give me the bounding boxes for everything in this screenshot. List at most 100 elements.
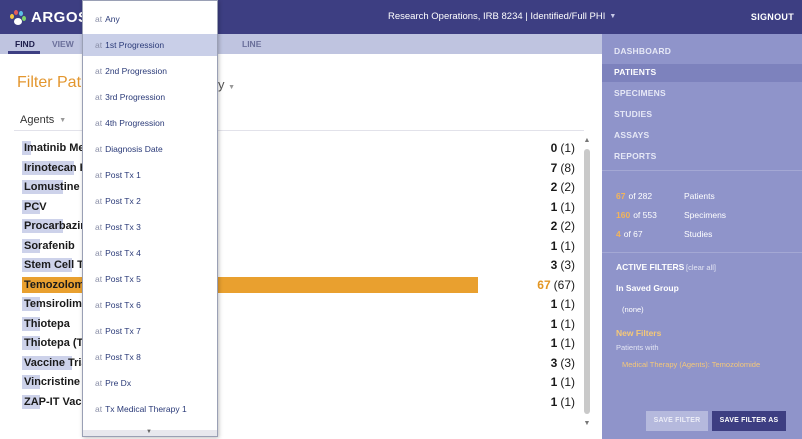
dropdown-option[interactable]: at Any — [83, 8, 217, 30]
stat-numbers: 160 of 553 — [616, 210, 684, 220]
dropdown-option-prefix: at — [95, 92, 103, 102]
agent-count-value: 1 — [550, 394, 558, 409]
patients-with-label: Patients with — [616, 343, 659, 352]
dropdown-scroll-down-icon[interactable]: ▼ — [146, 429, 152, 435]
stat-count: 4 — [616, 229, 621, 239]
dropdown-option[interactable]: at Post Tx 1 — [83, 164, 217, 186]
dropdown-option[interactable]: at Post Tx 2 — [83, 190, 217, 212]
agents-selector[interactable]: Agents ▼ — [20, 114, 66, 126]
stat-label[interactable]: Specimens — [684, 210, 726, 220]
signout-link[interactable]: SIGNOUT — [751, 12, 794, 22]
agent-count-total: (67) — [553, 277, 575, 292]
stat-numbers: 67 of 282 — [616, 191, 684, 201]
dropdown-option-label: 3rd Progression — [105, 92, 166, 102]
stat-row: 67 of 282 Patients — [616, 191, 715, 201]
agent-count-total: (2) — [560, 219, 575, 233]
dropdown-option-prefix: at — [95, 248, 103, 258]
dropdown-option[interactable]: at Pre Dx — [83, 372, 217, 394]
agent-count-value: 1 — [550, 336, 558, 350]
dropdown-option[interactable]: at 1st Progression — [83, 34, 217, 56]
dropdown-option[interactable]: at Post Tx 4 — [83, 242, 217, 264]
agent-count: 3 (3) — [551, 258, 575, 272]
agent-name: Temozolom — [24, 278, 85, 291]
app-logo[interactable]: ARGOS — [8, 8, 89, 26]
divider — [602, 170, 802, 171]
dropdown-option-prefix: at — [95, 326, 103, 336]
sidebar-item-assays[interactable]: ASSAYS — [614, 130, 649, 140]
stat-count: 160 — [616, 210, 631, 220]
sidebar-item-specimens[interactable]: SPECIMENS — [614, 88, 666, 98]
agent-count: 3 (3) — [551, 356, 575, 370]
agent-count: 1 (1) — [551, 395, 575, 409]
chevron-down-icon: ▼ — [228, 84, 236, 91]
dropdown-option[interactable]: at Post Tx 3 — [83, 216, 217, 238]
agent-name: ZAP-IT Vacc — [24, 395, 88, 408]
new-filters-title: New Filters — [616, 328, 662, 338]
dropdown-option-prefix: at — [95, 222, 103, 232]
stat-numbers: 4 of 67 — [616, 229, 684, 239]
agent-count-total: (1) — [560, 316, 575, 331]
dropdown-option-prefix: at — [95, 274, 103, 284]
agent-name: Irinotecan H — [24, 161, 88, 174]
dropdown-option-label: Diagnosis Date — [105, 144, 163, 154]
agent-count-value: 1 — [550, 199, 558, 214]
dropdown-option-prefix: at — [95, 300, 103, 310]
dropdown-option[interactable]: at 2nd Progression — [83, 60, 217, 82]
tab-find[interactable]: FIND — [15, 39, 35, 49]
tab-timeline[interactable]: LINE — [242, 39, 261, 49]
agent-count-value: 2 — [550, 180, 558, 194]
chevron-down-icon: ▼ — [59, 116, 67, 124]
agent-count-total: (2) — [560, 180, 575, 194]
dropdown-option[interactable]: at 4th Progression — [83, 112, 217, 134]
stat-label[interactable]: Patients — [684, 191, 715, 201]
dropdown-option-label: Any — [105, 14, 120, 24]
list-scrollbar[interactable]: ▲ ▼ — [582, 137, 592, 427]
tab-view[interactable]: VIEW — [52, 39, 74, 49]
dropdown-option-label: 4th Progression — [105, 118, 165, 128]
dropdown-option[interactable]: at Post Tx 5 — [83, 268, 217, 290]
filter-type-selector[interactable]: y ▼ — [218, 77, 235, 92]
dropdown-option-prefix: at — [95, 144, 103, 154]
scroll-down-icon[interactable]: ▼ — [582, 420, 592, 427]
sidebar-item-reports[interactable]: REPORTS — [614, 151, 657, 161]
dropdown-option-prefix: at — [95, 404, 103, 414]
agent-name: Procarbazin — [24, 220, 87, 232]
org-selector[interactable]: Research Operations, IRB 8234 | Identifi… — [388, 11, 616, 22]
sidebar-item-dashboard[interactable]: DASHBOARD — [614, 46, 671, 56]
stat-total: of 553 — [633, 210, 657, 220]
save-filter-button[interactable]: SAVE FILTER — [646, 411, 708, 431]
dropdown-option-label: Post Tx 7 — [105, 326, 141, 336]
dropdown-option[interactable]: at 3rd Progression — [83, 86, 217, 108]
dropdown-option[interactable]: at Post Tx 8 — [83, 346, 217, 368]
scroll-up-icon[interactable]: ▲ — [582, 137, 592, 144]
chevron-down-icon: ▼ — [609, 13, 617, 20]
save-filter-as-button[interactable]: SAVE FILTER AS — [712, 411, 786, 431]
agent-count: 2 (2) — [551, 219, 575, 233]
dropdown-option-prefix: at — [95, 170, 103, 180]
dropdown-option-prefix: at — [95, 14, 103, 24]
paw-logo-icon — [8, 8, 26, 26]
stat-total: of 282 — [628, 191, 653, 201]
agent-count-value: 3 — [550, 355, 558, 370]
timepoint-dropdown[interactable]: at Any at 1st Progression at 2nd Progression a… — [82, 0, 218, 437]
dropdown-option[interactable]: at Diagnosis Date — [83, 138, 217, 160]
sidebar-item-studies[interactable]: STUDIES — [614, 109, 652, 119]
dropdown-option[interactable]: at Post Tx 6 — [83, 294, 217, 316]
dropdown-option[interactable]: at Tx Medical Therapy 1 — [83, 398, 217, 420]
sidebar-item-patients[interactable]: PATIENTS — [614, 67, 656, 77]
dropdown-option[interactable]: at Post Tx 7 — [83, 320, 217, 342]
stat-label[interactable]: Studies — [684, 229, 712, 239]
scroll-thumb[interactable] — [584, 149, 590, 414]
dropdown-option-label: Post Tx 4 — [105, 248, 141, 258]
filter-entry[interactable]: Medical Therapy (Agents): Temozolomide — [622, 360, 760, 369]
agent-name: Vaccine Tria — [24, 356, 88, 369]
agent-count-total: (8) — [560, 160, 575, 175]
agent-count-value: 1 — [550, 238, 558, 253]
agent-count-value: 1 — [550, 297, 558, 311]
agent-count-total: (1) — [560, 238, 575, 253]
saved-group-value: (none) — [622, 305, 644, 314]
clear-all-link[interactable]: [clear all] — [686, 263, 716, 272]
divider — [602, 252, 802, 253]
agent-count-value: 2 — [550, 219, 558, 233]
agent-count: 2 (2) — [551, 180, 575, 194]
